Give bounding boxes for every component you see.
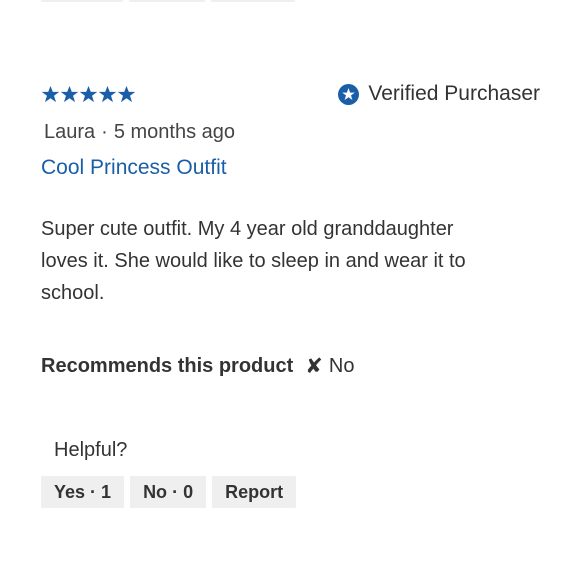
- star-icon: [117, 85, 136, 104]
- review-author: Laura: [44, 121, 96, 143]
- review-body: Super cute outfit. My 4 year old grandda…: [41, 218, 466, 304]
- yes-label: Yes: [54, 481, 86, 502]
- yes-separator: ·: [90, 481, 97, 502]
- feedback-buttons: Yes · 1 No · 0 Report: [41, 476, 541, 508]
- no-count: 0: [183, 481, 194, 502]
- review-meta: Laura · 5 months ago: [41, 121, 541, 144]
- previous-yes-button[interactable]: [41, 0, 123, 2]
- no-label: No: [143, 481, 168, 502]
- star-icon: [41, 85, 60, 104]
- helpful-no-button[interactable]: No · 0: [130, 476, 207, 508]
- review-date: 5 months ago: [113, 121, 236, 143]
- previous-review-buttons: [41, 0, 295, 2]
- helpful-yes-button[interactable]: Yes · 1: [41, 476, 125, 508]
- previous-report-button[interactable]: [211, 0, 295, 2]
- rating-row: Verified Purchaser: [41, 80, 541, 108]
- yes-count: 1: [101, 481, 112, 502]
- star-icon: [79, 85, 98, 104]
- recommends-value: No: [328, 355, 355, 377]
- verified-star-icon: [338, 83, 360, 105]
- meta-separator: ·: [101, 121, 108, 143]
- verified-label: Verified Purchaser: [368, 82, 540, 105]
- helpful-label: Helpful?: [54, 439, 128, 461]
- recommends-row: Recommends this product ✘ No: [41, 354, 541, 379]
- report-label: Report: [225, 481, 284, 502]
- star-icon: [98, 85, 117, 104]
- report-button[interactable]: Report: [212, 476, 297, 508]
- review-card: Verified Purchaser Laura · 5 months ago …: [41, 80, 541, 508]
- star-rating: [41, 85, 136, 104]
- review-page: Verified Purchaser Laura · 5 months ago …: [0, 0, 580, 580]
- recommends-label: Recommends this product: [41, 355, 294, 377]
- x-mark-icon: ✘: [305, 355, 323, 378]
- previous-no-button[interactable]: [129, 0, 205, 2]
- review-title: Cool Princess Outfit: [41, 156, 227, 179]
- no-separator: ·: [172, 481, 179, 502]
- star-icon: [60, 85, 79, 104]
- verified-purchaser-badge: Verified Purchaser: [338, 82, 540, 106]
